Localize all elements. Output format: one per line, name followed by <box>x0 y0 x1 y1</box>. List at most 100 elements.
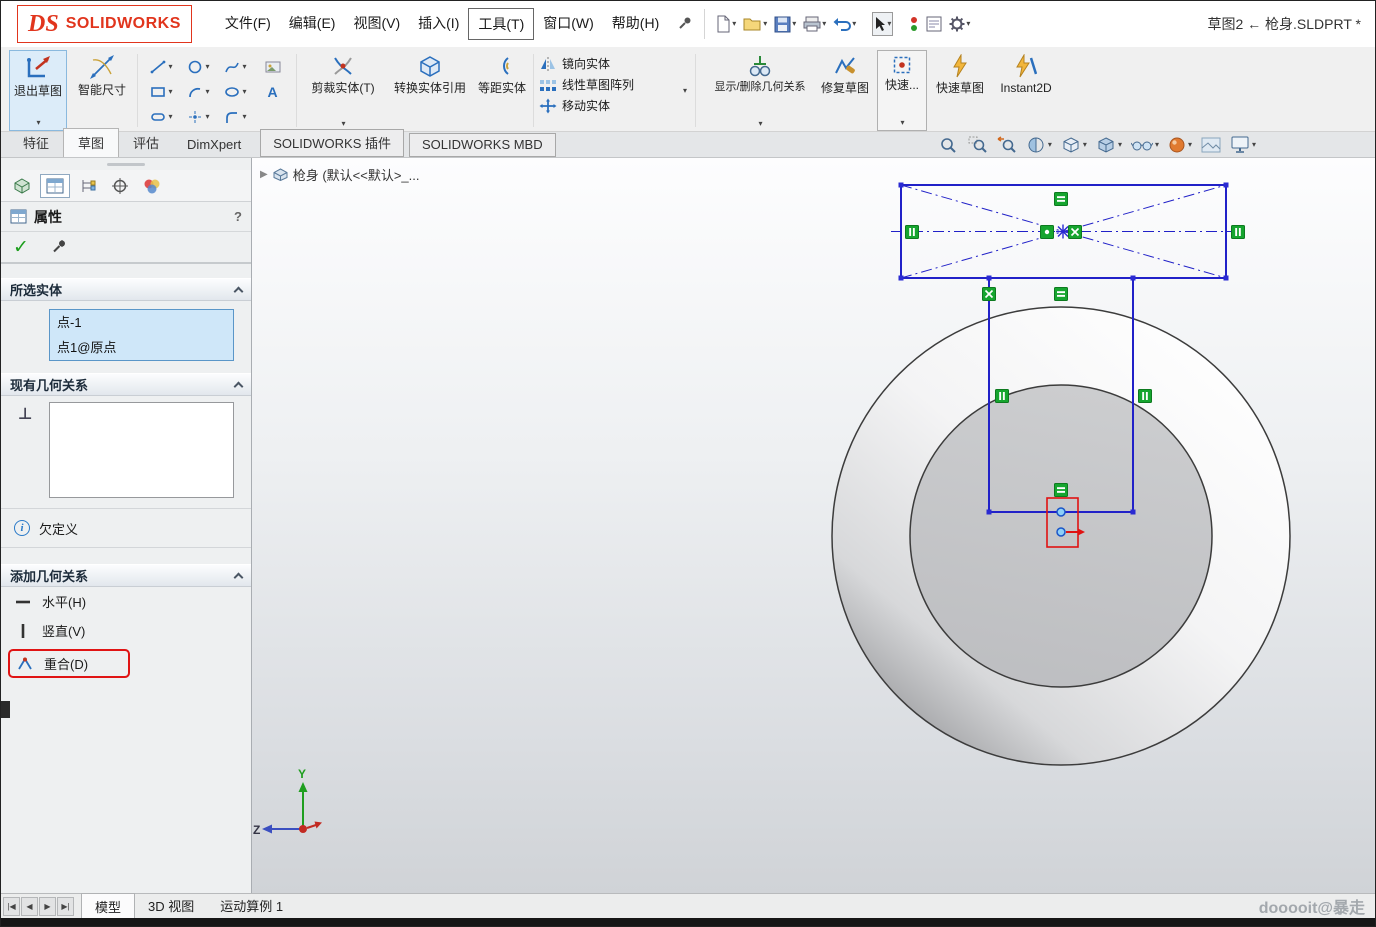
mirror-entities-button[interactable]: 镜向实体 <box>539 55 679 72</box>
zoom-area-button[interactable] <box>967 135 989 155</box>
new-document-button[interactable]: ▾ <box>713 11 738 37</box>
dimxpert-manager-tab[interactable] <box>106 174 134 198</box>
dropdown-caret[interactable]: ▾ <box>680 50 690 131</box>
point-tool[interactable]: ▾ <box>180 104 217 129</box>
menu-window[interactable]: 窗口(W) <box>534 8 603 40</box>
next-tab-button[interactable]: ▶ <box>39 897 56 916</box>
fillet-tool[interactable]: ▾ <box>217 104 254 129</box>
property-manager-tab[interactable] <box>40 174 70 198</box>
sketch-picture-tool[interactable] <box>254 54 291 79</box>
quick-snaps-button[interactable]: 快速... ▾ <box>877 50 927 131</box>
collapse-chevron-icon <box>234 572 244 582</box>
graphics-area[interactable]: Y Z ▶ 枪身 (默认<<默认>_... <box>252 158 1375 893</box>
smart-dimension-button[interactable]: 智能尺寸 <box>72 50 132 131</box>
panel-resize-grip[interactable] <box>1 158 251 170</box>
ellipse-tool[interactable]: ▾ <box>217 79 254 104</box>
sketch-line-tool[interactable]: ▾ <box>143 54 180 79</box>
dropdown-caret[interactable]: ▾ <box>36 119 40 127</box>
coincident-icon <box>17 657 33 671</box>
zoom-fit-button[interactable] <box>938 135 960 155</box>
quick-access-toolbar: ▾ ▾ ▾ ▾ ▾ ▾ <box>713 11 972 37</box>
first-tab-button[interactable]: |◀ <box>3 897 20 916</box>
add-horizontal-button[interactable]: 水平(H) <box>1 587 251 616</box>
keep-visible-pin-button[interactable] <box>51 239 67 256</box>
arc-tool[interactable]: ▾ <box>180 79 217 104</box>
display-manager-tab[interactable] <box>137 174 167 198</box>
last-tab-button[interactable]: ▶| <box>57 897 74 916</box>
tab-dimxpert[interactable]: DimXpert <box>173 133 255 157</box>
display-style-button[interactable]: ▾ <box>1095 135 1123 155</box>
breadcrumb[interactable]: ▶ 枪身 (默认<<默认>_... <box>260 165 420 184</box>
text-tool[interactable]: A <box>254 79 291 104</box>
prev-tab-button[interactable]: ◀ <box>21 897 38 916</box>
dropdown-caret[interactable]: ▾ <box>341 120 345 128</box>
menu-help[interactable]: 帮助(H) <box>603 8 668 40</box>
section-view-button[interactable]: ▾ <box>1025 135 1053 155</box>
tab-3d-views[interactable]: 3D 视图 <box>135 893 207 919</box>
menu-insert[interactable]: 插入(I) <box>409 8 468 40</box>
dropdown-caret[interactable]: ▾ <box>901 119 905 127</box>
tab-evaluate[interactable]: 评估 <box>119 129 173 157</box>
apply-scene-button[interactable] <box>1200 135 1222 155</box>
open-button[interactable]: ▾ <box>741 12 769 36</box>
y-axis-label: Y <box>298 767 306 781</box>
tab-addins[interactable]: SOLIDWORKS 插件 <box>260 129 404 157</box>
select-tool-button[interactable]: ▾ <box>872 12 893 36</box>
existing-relations-header[interactable]: 现有几何关系 <box>1 373 251 396</box>
selected-entities-header[interactable]: 所选实体 <box>1 278 251 301</box>
selected-entities-listbox[interactable]: 点-1 点1@原点 <box>49 309 234 361</box>
status-led-icon[interactable] <box>907 12 921 36</box>
sketch-circle-tool[interactable]: ▾ <box>180 54 217 79</box>
slot-tool[interactable]: ▾ <box>143 104 180 129</box>
ok-check-button[interactable]: ✓ <box>13 238 29 257</box>
help-icon[interactable]: ? <box>234 209 242 224</box>
menu-tools[interactable]: 工具(T) <box>468 8 534 40</box>
selected-entity-item[interactable]: 点1@原点 <box>50 335 233 360</box>
menu-view[interactable]: 视图(V) <box>344 8 409 40</box>
tab-mbd[interactable]: SOLIDWORKS MBD <box>409 133 556 157</box>
edit-appearance-button[interactable]: ▾ <box>1167 135 1193 155</box>
display-delete-relations-button[interactable]: 显示/删除几何关系 ▾ <box>701 50 819 131</box>
previous-view-button[interactable] <box>996 135 1018 155</box>
options-gear-button[interactable]: ▾ <box>947 12 972 36</box>
spline-tool[interactable]: ▾ <box>217 54 254 79</box>
repair-sketch-button[interactable]: 修复草图 <box>819 50 871 131</box>
configuration-manager-tab[interactable] <box>73 174 103 198</box>
feature-manager-tab[interactable] <box>7 174 37 198</box>
add-relations-header[interactable]: 添加几何关系 <box>1 564 251 587</box>
sketch-center-point <box>1056 225 1070 239</box>
view-settings-button[interactable]: ▾ <box>1229 135 1257 155</box>
convert-entities-button[interactable]: 转换实体引用 <box>384 50 476 131</box>
tab-model[interactable]: 模型 <box>81 893 135 920</box>
print-button[interactable]: ▾ <box>801 12 828 36</box>
view-orientation-button[interactable]: ▾ <box>1060 135 1088 155</box>
task-list-button[interactable] <box>924 12 944 36</box>
existing-relations-area: ⊥ <box>1 402 243 498</box>
tab-motion-study[interactable]: 运动算例 1 <box>207 893 296 919</box>
rectangle-tool[interactable]: ▾ <box>143 79 180 104</box>
instant2d-button[interactable]: Instant2D <box>987 50 1065 131</box>
linear-sketch-pattern-button[interactable]: 线性草图阵列 <box>539 76 679 93</box>
tab-sketch[interactable]: 草图 <box>63 128 119 157</box>
pin-menu-icon[interactable] <box>674 12 696 37</box>
save-button[interactable]: ▾ <box>772 12 798 37</box>
dropdown-caret[interactable]: ▾ <box>759 120 763 128</box>
hide-show-items-button[interactable]: ▾ <box>1130 135 1160 155</box>
exit-sketch-button[interactable]: 退出草图 ▾ <box>9 50 67 131</box>
move-entities-button[interactable]: 移动实体 <box>539 97 679 114</box>
undo-button[interactable]: ▾ <box>831 12 858 36</box>
selected-entity-item[interactable]: 点-1 <box>50 310 233 335</box>
menu-edit[interactable]: 编辑(E) <box>280 8 345 40</box>
rapid-sketch-button[interactable]: 快速草图 <box>933 50 987 131</box>
breadcrumb-expand-icon[interactable]: ▶ <box>260 169 268 180</box>
add-coincident-button-highlighted[interactable]: 重合(D) <box>8 649 130 678</box>
relations-symbol-icon: ⊥ <box>1 402 49 498</box>
add-vertical-button[interactable]: 竖直(V) <box>1 616 251 645</box>
menu-file[interactable]: 文件(F) <box>216 8 280 40</box>
trim-entities-button[interactable]: 剪裁实体(T) ▾ <box>302 50 384 131</box>
command-manager-ribbon: 退出草图 ▾ 智能尺寸 ▾ ▾ ▾ ▾ ▾ ▾ A ▾ ▾ ▾ 剪裁实体(T) … <box>1 47 1375 132</box>
existing-relations-listbox[interactable] <box>49 402 234 498</box>
tab-features[interactable]: 特征 <box>9 129 63 157</box>
offset-entities-button[interactable]: 等距实体 <box>476 50 528 131</box>
sketch-scene[interactable]: Y Z <box>252 158 1375 893</box>
